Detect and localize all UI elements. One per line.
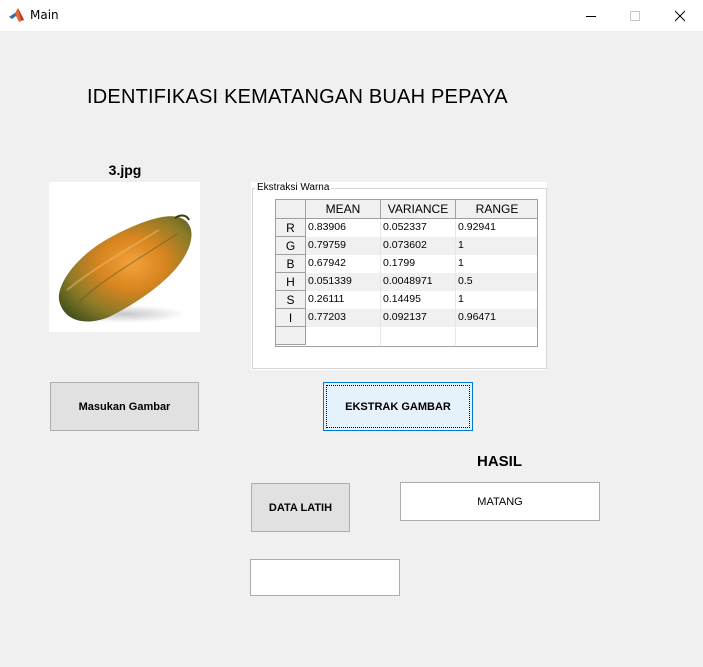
row-header-b[interactable]: B [276,255,306,273]
row-header-r[interactable]: R [276,219,306,237]
table-cell-mean[interactable]: 0.26111 [306,291,381,309]
training-output-field[interactable] [250,559,400,596]
close-button[interactable] [657,0,703,31]
papaya-image [58,214,192,323]
table-cell-range[interactable]: 1 [456,255,537,273]
table-cell-variance[interactable]: 0.073602 [381,237,456,255]
column-header-range[interactable]: RANGE [456,200,537,219]
table-row[interactable]: 0.67942 0.1799 1 [306,255,537,273]
minimize-button[interactable] [568,0,614,31]
close-icon [674,10,686,21]
image-filename: 3.jpg [108,162,142,178]
result-label: HASIL [477,453,522,470]
table-row[interactable]: 0.26111 0.14495 1 [306,291,537,309]
extraction-panel-title: Ekstraksi Warna [255,182,332,193]
table-cell-range[interactable]: 0.92941 [456,219,537,237]
table-cell-mean[interactable]: 0.67942 [306,255,381,273]
table-cell-range[interactable]: 0.5 [456,273,537,291]
table-cell-mean[interactable]: 0.051339 [306,273,381,291]
table-row[interactable]: 0.79759 0.073602 1 [306,237,537,255]
load-image-button[interactable]: Masukan Gambar [50,382,199,431]
window-title: Main [30,8,59,22]
training-data-button[interactable]: DATA LATIH [251,483,350,532]
row-header-h[interactable]: H [276,273,306,291]
row-header-g[interactable]: G [276,237,306,255]
table-cell-range[interactable]: 1 [456,237,537,255]
table-row[interactable]: 0.77203 0.092137 0.96471 [306,309,537,327]
row-header-s[interactable]: S [276,291,306,309]
table-cell-variance[interactable] [381,327,456,345]
maximize-button[interactable] [612,0,658,31]
extract-image-button[interactable]: EKSTRAK GAMBAR [323,382,473,431]
table-cell-mean[interactable] [306,327,381,345]
window-titlebar: Main [0,0,703,31]
table-cell-mean[interactable]: 0.83906 [306,219,381,237]
page-title: IDENTIFIKASI KEMATANGAN BUAH PEPAYA [87,86,508,108]
table-row[interactable] [306,327,537,345]
focus-ring [326,385,470,428]
image-axes [49,182,200,332]
column-header-mean[interactable]: MEAN [306,200,381,219]
matlab-icon [9,8,24,22]
table-corner [276,200,306,219]
table-row[interactable]: 0.83906 0.052337 0.92941 [306,219,537,237]
training-data-button-label: DATA LATIH [268,501,333,514]
load-image-button-label: Masukan Gambar [78,400,171,413]
table-cell-range[interactable] [456,327,537,345]
row-header-empty[interactable] [276,327,306,345]
minimize-icon [586,15,596,17]
result-field: MATANG [400,482,600,521]
table-cell-mean[interactable]: 0.77203 [306,309,381,327]
column-header-variance[interactable]: VARIANCE [381,200,456,219]
table-row[interactable]: 0.051339 0.0048971 0.5 [306,273,537,291]
maximize-icon [630,10,640,21]
table-cell-variance[interactable]: 0.1799 [381,255,456,273]
table-cell-variance[interactable]: 0.0048971 [381,273,456,291]
row-header-i[interactable]: I [276,309,306,327]
table-cell-variance[interactable]: 0.092137 [381,309,456,327]
table-cell-variance[interactable]: 0.14495 [381,291,456,309]
result-value: MATANG [477,495,523,508]
table-cell-range[interactable]: 0.96471 [456,309,537,327]
table-cell-variance[interactable]: 0.052337 [381,219,456,237]
table-cell-range[interactable]: 1 [456,291,537,309]
feature-table[interactable]: MEAN VARIANCE RANGE R 0.83906 0.052337 0… [275,199,538,347]
table-cell-mean[interactable]: 0.79759 [306,237,381,255]
